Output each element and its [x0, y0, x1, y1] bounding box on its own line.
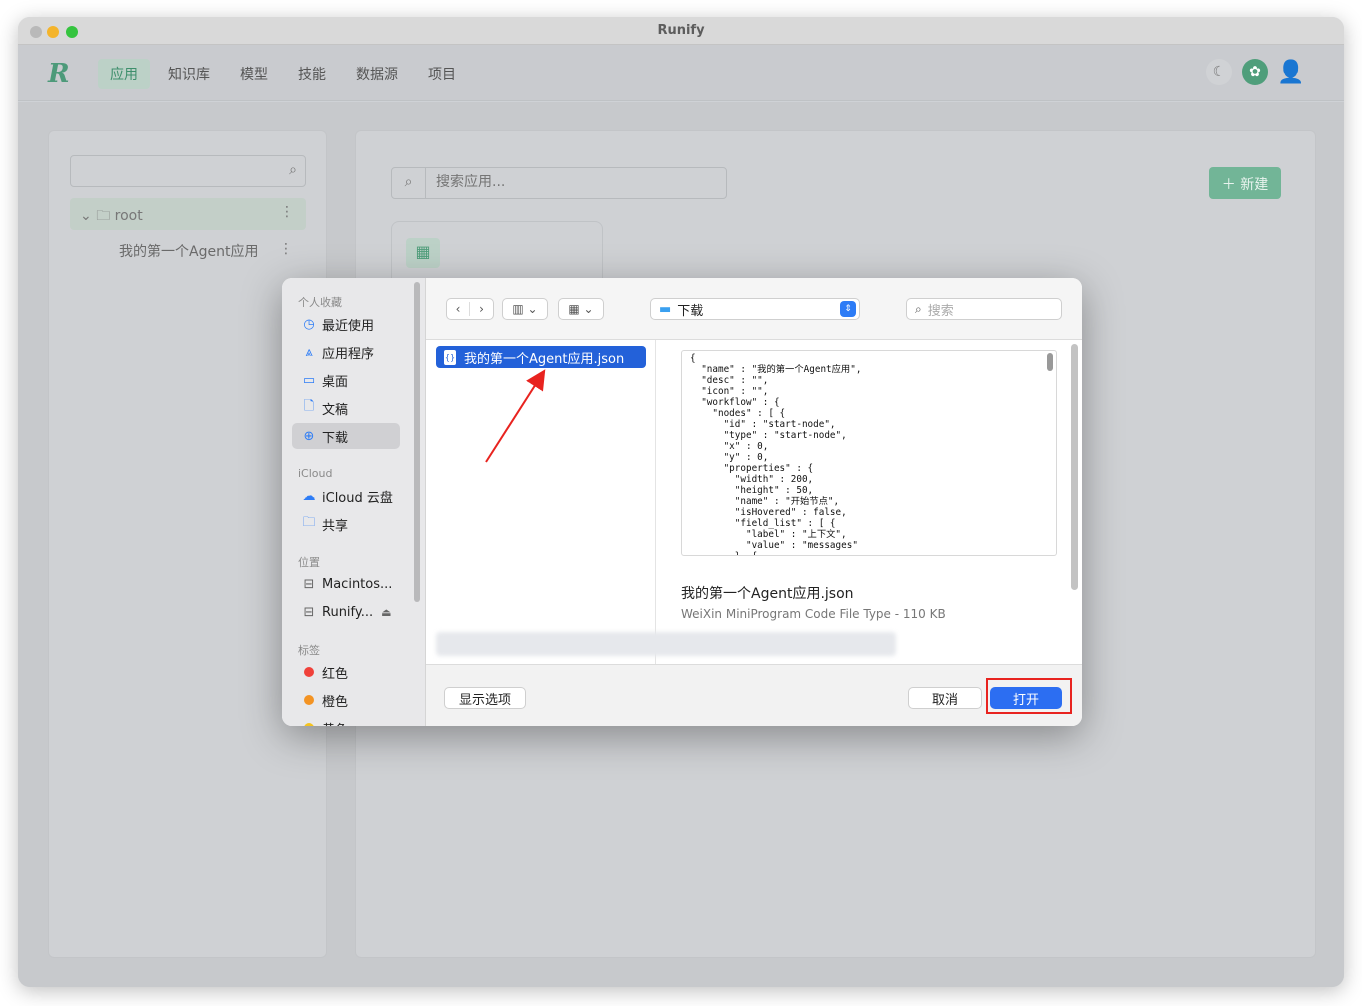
- preview-file-type: WeiXin MiniProgram Code File Type - 110 …: [681, 607, 946, 621]
- new-app-button[interactable]: ＋ 新建: [1209, 167, 1281, 199]
- preview-scrollbar[interactable]: [1071, 344, 1078, 590]
- disk-icon: ⊟: [303, 576, 315, 592]
- nav-apps[interactable]: 应用: [98, 59, 150, 89]
- sidebar-tag-red[interactable]: 红色: [292, 659, 400, 685]
- dialog-toolbar: ‹ › ▥ ⌄ ▦ ⌄ ▬ 下载 ⇕ ⌕ 搜索: [426, 278, 1082, 340]
- blurred-info-row: [436, 632, 896, 656]
- nav-knowledge[interactable]: 知识库: [156, 59, 222, 89]
- dialog-footer: 显示选项 取消 打开: [426, 664, 1082, 726]
- file-open-dialog: 个人收藏 ◷ 最近使用 ⩓ 应用程序 ▭ 桌面 🗋 文稿 ⊕ 下载 iCloud ☁ iCl…: [282, 278, 1082, 726]
- cloud-icon: ☁: [302, 488, 316, 504]
- shared-folder-icon: 🗀: [302, 515, 316, 530]
- code-scrollbar[interactable]: [1047, 353, 1053, 371]
- file-list: {} 我的第一个Agent应用.json: [426, 340, 656, 664]
- nav-datasources[interactable]: 数据源: [344, 59, 410, 89]
- code-preview: { "name" : "我的第一个Agent应用", "desc" : "", …: [681, 350, 1057, 556]
- grid-icon: ▦: [406, 238, 440, 268]
- sidebar-tag-yellow[interactable]: 黄色: [292, 715, 400, 726]
- show-options-button[interactable]: 显示选项: [444, 687, 526, 709]
- nav-back-forward[interactable]: ‹ ›: [446, 298, 494, 320]
- sidebar-item-icloud-drive[interactable]: ☁ iCloud 云盘: [292, 483, 400, 509]
- preview-file-name: 我的第一个Agent应用.json: [681, 586, 854, 602]
- desktop-icon: ▭: [302, 372, 316, 388]
- plus-icon: ＋: [1221, 177, 1236, 193]
- view-columns-button[interactable]: ▥ ⌄: [502, 298, 548, 320]
- document-icon: 🗋: [303, 399, 315, 414]
- sidebar-item-applications[interactable]: ⩓ 应用程序: [292, 339, 400, 365]
- tree-root-node[interactable]: ⌄ 🗀 root ⋮: [70, 198, 306, 230]
- red-tag-dot: [304, 667, 314, 677]
- sidebar-tag-orange[interactable]: 橙色: [292, 687, 400, 713]
- file-icon: {}: [444, 349, 456, 365]
- code-text: { "name" : "我的第一个Agent应用", "desc" : "", …: [690, 353, 862, 555]
- grid-icon: ▦ ⌄: [568, 302, 594, 316]
- search-icon: ⌕: [392, 168, 426, 198]
- app-search[interactable]: ⌕: [391, 167, 727, 199]
- clock-icon: ◷: [303, 316, 315, 332]
- group-options-button[interactable]: ▦ ⌄: [558, 298, 604, 320]
- favorites-title: 个人收藏: [298, 296, 342, 309]
- runify-logo[interactable]: R: [48, 59, 78, 89]
- updown-icon: ⇕: [840, 301, 856, 317]
- tree-child-node[interactable]: 我的第一个Agent应用: [119, 241, 258, 261]
- orange-tag-dot: [304, 695, 314, 705]
- chevron-left-icon[interactable]: ‹: [447, 302, 471, 316]
- brain-icon[interactable]: ✿: [1242, 59, 1268, 85]
- folder-icon: 🗀: [96, 208, 111, 224]
- sidebar-item-downloads[interactable]: ⊕ 下载: [292, 423, 400, 449]
- columns-icon: ▥ ⌄: [512, 302, 538, 316]
- locations-title: 位置: [298, 556, 320, 569]
- folder-icon: ▬: [659, 301, 672, 317]
- sidebar-item-documents[interactable]: 🗋 文稿: [292, 395, 400, 421]
- nav-skills[interactable]: 技能: [286, 59, 338, 89]
- dialog-search-field[interactable]: ⌕ 搜索: [906, 298, 1062, 320]
- more-icon[interactable]: ⋮: [280, 204, 294, 220]
- chevron-right-icon[interactable]: ›: [470, 302, 493, 316]
- app-header: R 应用 知识库 模型 技能 数据源 项目 ☾ ✿ 👤: [18, 45, 1344, 101]
- icloud-title: iCloud: [298, 467, 333, 480]
- search-icon: ⌕: [915, 301, 922, 316]
- sidebar-item-macintosh[interactable]: ⊟ Macintos...: [292, 571, 400, 597]
- titlebar: Runify: [18, 17, 1344, 45]
- tree-root-label: root: [114, 208, 143, 224]
- download-icon: ⊕: [303, 428, 315, 444]
- sidebar-item-runify-volume[interactable]: ⊟ Runify... ⏏: [292, 599, 400, 625]
- dialog-sidebar: 个人收藏 ◷ 最近使用 ⩓ 应用程序 ▭ 桌面 🗋 文稿 ⊕ 下载 iCloud ☁ iCl…: [282, 278, 426, 726]
- sidebar-item-shared[interactable]: 🗀 共享: [292, 511, 400, 537]
- file-row-selected[interactable]: {} 我的第一个Agent应用.json: [436, 346, 646, 368]
- apps-icon: ⩓: [305, 344, 313, 360]
- sidebar-item-recents[interactable]: ◷ 最近使用: [292, 311, 400, 337]
- highlight-box: [986, 678, 1072, 714]
- user-icon[interactable]: 👤: [1277, 59, 1304, 85]
- main-nav: 应用 知识库 模型 技能 数据源 项目: [98, 59, 468, 89]
- moon-icon[interactable]: ☾: [1206, 59, 1232, 85]
- yellow-tag-dot: [304, 723, 314, 726]
- cancel-button[interactable]: 取消: [908, 687, 982, 709]
- child-more-icon[interactable]: ⋮: [279, 241, 293, 257]
- disk-icon: ⊟: [303, 604, 315, 620]
- app-search-input[interactable]: [436, 174, 716, 190]
- header-actions: ☾ ✿ 👤: [1206, 59, 1305, 85]
- sidebar-item-desktop[interactable]: ▭ 桌面: [292, 367, 400, 393]
- path-select[interactable]: ▬ 下载 ⇕: [650, 298, 860, 320]
- sidebar-scrollbar[interactable]: [414, 282, 420, 602]
- chevron-down-icon: ⌄: [80, 208, 92, 224]
- tree-search-input[interactable]: ⌕: [70, 155, 306, 187]
- nav-models[interactable]: 模型: [228, 59, 280, 89]
- search-icon: ⌕: [289, 162, 297, 178]
- window-title: Runify: [657, 23, 705, 38]
- eject-icon[interactable]: ⏏: [381, 606, 391, 619]
- tags-title: 标签: [298, 644, 320, 657]
- nav-projects[interactable]: 项目: [416, 59, 468, 89]
- file-preview: { "name" : "我的第一个Agent应用", "desc" : "", …: [656, 340, 1082, 664]
